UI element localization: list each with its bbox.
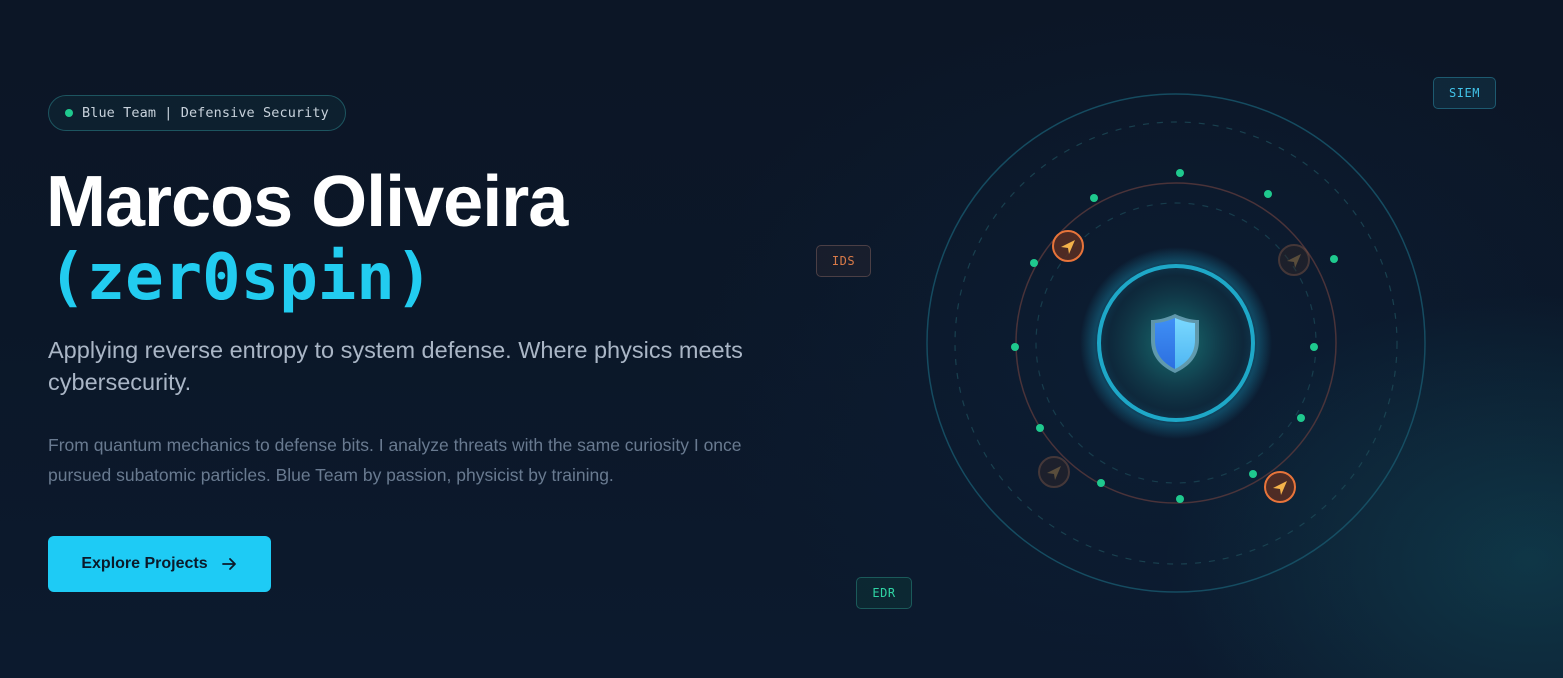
hero-section: Blue Team | Defensive Security Marcos Ol… [0, 0, 1563, 678]
network-node [1011, 343, 1019, 351]
network-node [1297, 414, 1305, 422]
core-halo [1080, 247, 1272, 439]
status-dot [65, 109, 73, 117]
network-node [1330, 255, 1338, 263]
arrow-threat-icon [1278, 244, 1310, 276]
hero-tagline: Applying reverse entropy to system defen… [48, 337, 743, 395]
network-node [1176, 169, 1184, 177]
network-node [1036, 424, 1044, 432]
network-node [1176, 495, 1184, 503]
arrow-right-icon [220, 555, 238, 573]
network-node [1249, 470, 1257, 478]
role-badge-text: Blue Team | Defensive Security [82, 105, 329, 121]
network-node [1264, 190, 1272, 198]
arrow-threat-icon [1038, 456, 1070, 488]
shield-icon [1151, 314, 1199, 373]
hero-name: Marcos Oliveira [46, 162, 568, 242]
core-disc [1097, 264, 1255, 422]
hero-description: From quantum mechanics to defense bits. … [48, 435, 742, 485]
network-nodes [1011, 169, 1338, 503]
outer-orbit-ring [926, 93, 1426, 593]
network-node [1310, 343, 1318, 351]
middle-orbit-ring [1015, 182, 1337, 504]
explore-projects-button[interactable]: Explore Projects [48, 536, 271, 592]
dashed-orbit-ring-outer [954, 121, 1398, 565]
network-node [1097, 479, 1105, 487]
explore-projects-label: Explore Projects [81, 555, 208, 572]
role-badge: Blue Team | Defensive Security [48, 95, 346, 131]
arrow-threat-icon [1264, 471, 1296, 503]
edr-tag: EDR [856, 577, 912, 609]
ids-tag: IDS [816, 245, 871, 277]
arrow-threat-icon [1052, 230, 1084, 262]
hero-handle: (zer0spin) [48, 241, 434, 315]
network-node [1090, 194, 1098, 202]
dashed-orbit-ring-inner [1035, 202, 1317, 484]
siem-tag: SIEM [1433, 77, 1496, 109]
network-node [1030, 259, 1038, 267]
